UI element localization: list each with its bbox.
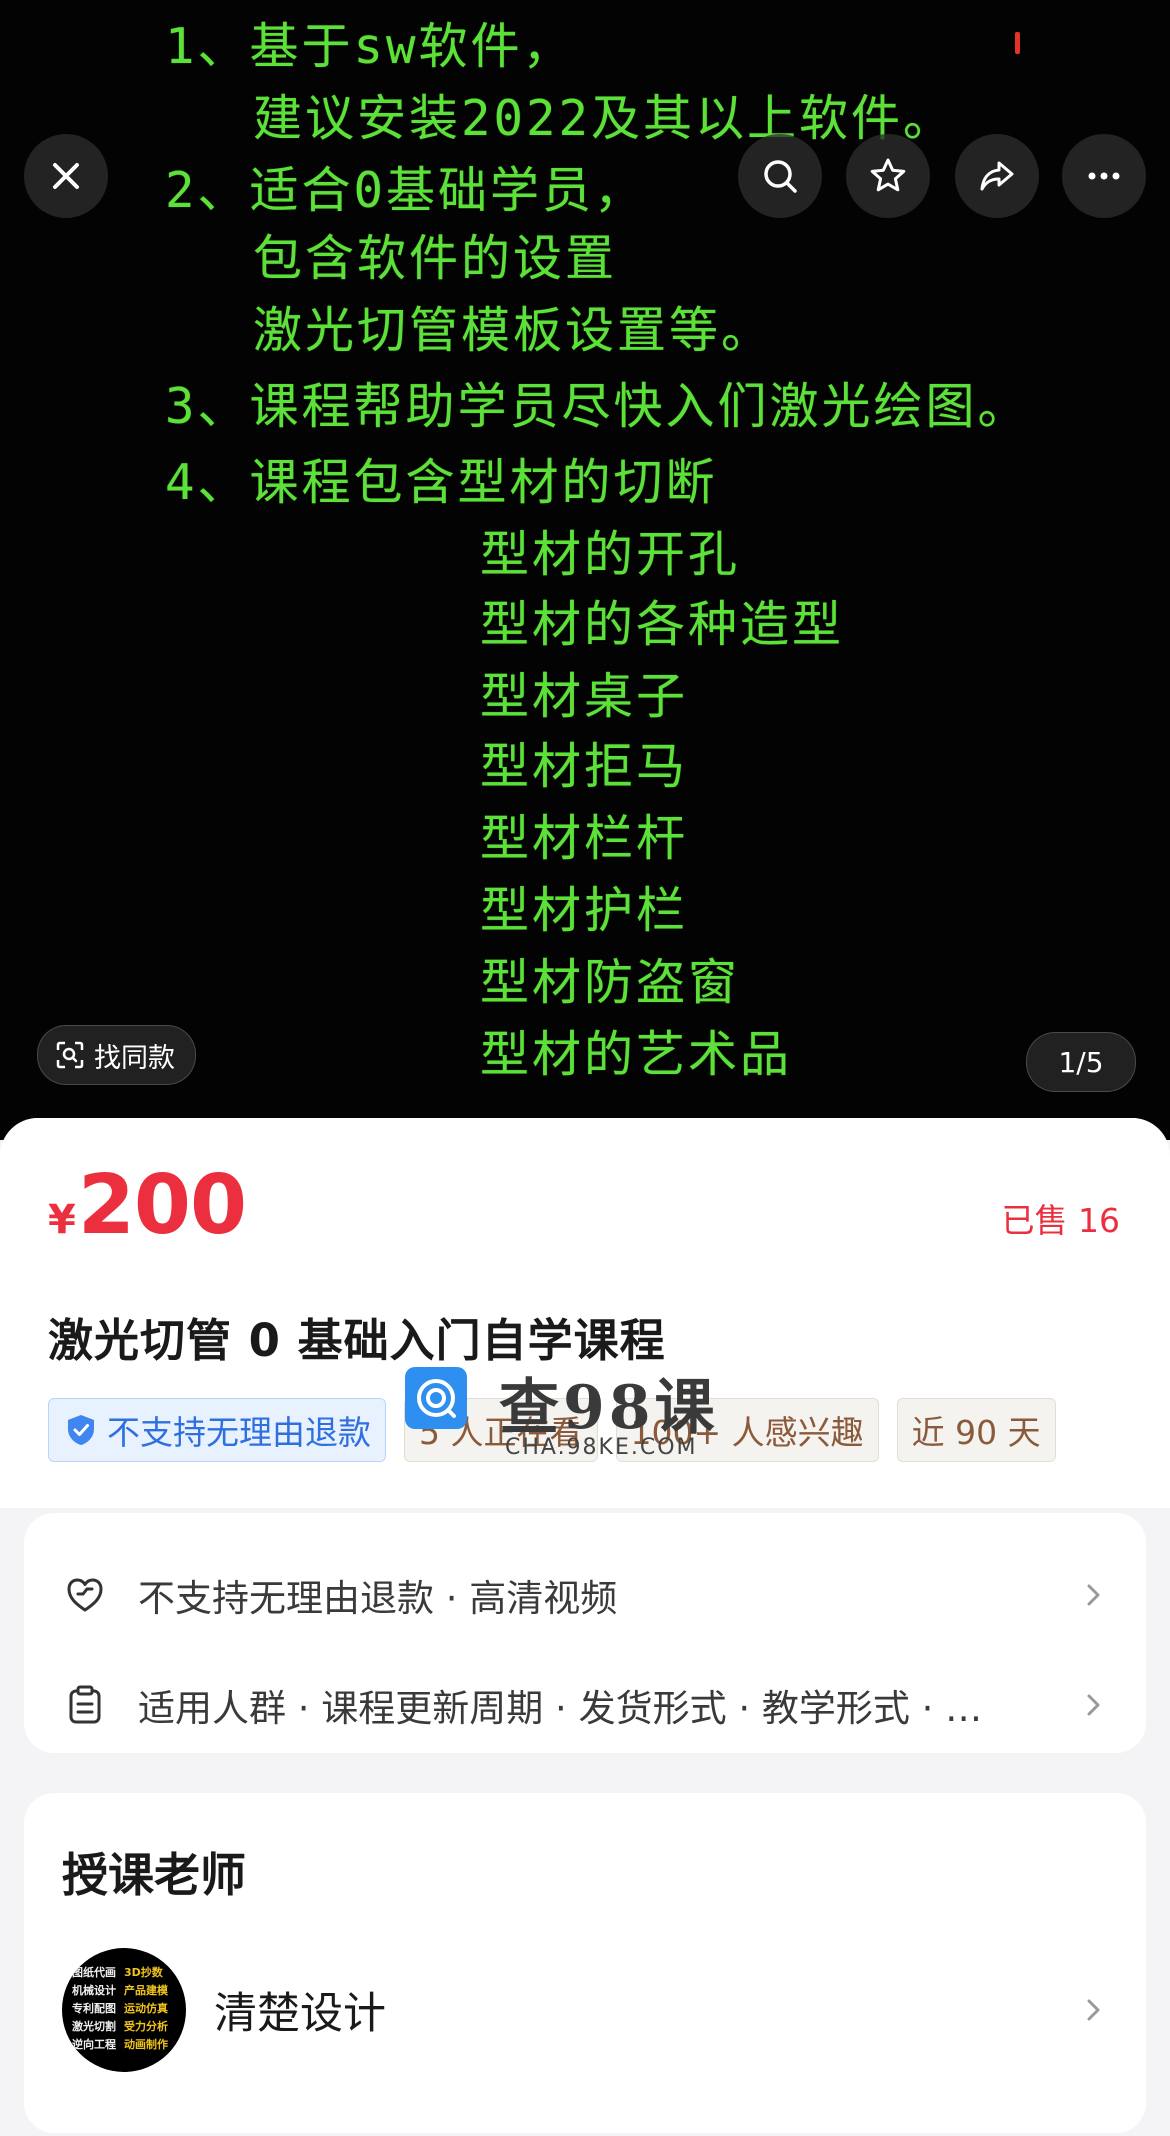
shield-check-icon bbox=[68, 1415, 94, 1445]
outline-line: 4、课程包含型材的切断 bbox=[165, 454, 718, 511]
clipboard-icon bbox=[69, 1685, 101, 1724]
chevron-right-icon bbox=[1087, 1999, 1100, 2021]
price: ¥ 200 bbox=[48, 1158, 247, 1253]
heart-shield-icon bbox=[67, 1578, 103, 1612]
avatar-text: 产品建模 bbox=[124, 1984, 168, 1997]
watermark-text: 查98课 bbox=[499, 1373, 719, 1443]
section-title: 授课老师 bbox=[62, 1848, 246, 1902]
outline-line: 建议安装2022及其以上软件。 bbox=[253, 90, 956, 147]
avatar-text: 专利配图 bbox=[72, 2002, 116, 2015]
find-similar-button[interactable]: 找同款 bbox=[37, 1025, 196, 1085]
avatar-text: 机械设计 bbox=[72, 1984, 116, 1997]
outline-line: 型材的艺术品 bbox=[480, 1026, 793, 1083]
service-row-refund[interactable]: 不支持无理由退款 · 高清视频 bbox=[62, 1565, 1108, 1625]
watermark-url: CHA.98KE.COM bbox=[505, 1435, 698, 1460]
teacher-name: 清楚设计 bbox=[214, 1989, 386, 2039]
scan-icon bbox=[56, 1041, 84, 1069]
service-row-label: 适用人群 · 课程更新周期 · 发货形式 · 教学形式 · … bbox=[138, 1687, 983, 1730]
avatar-text: 激光切割 bbox=[72, 2020, 116, 2033]
status-indicator bbox=[1015, 32, 1020, 54]
outline-line: 3、课程帮助学员尽快入们激光绘图。 bbox=[165, 378, 1030, 435]
close-button[interactable] bbox=[24, 134, 108, 218]
search-button[interactable] bbox=[738, 134, 822, 218]
outline-line: 型材的开孔 bbox=[480, 526, 741, 583]
outline-line: 型材桌子 bbox=[480, 668, 689, 725]
avatar-text: 3D抄数 bbox=[124, 1966, 163, 1979]
outline-line: 型材护栏 bbox=[480, 882, 689, 939]
more-icon bbox=[1088, 172, 1120, 180]
product-detail-sheet: ¥ 200 已售 16 激光切管 0 基础入门自学课程 不支持无理由退款 5 人… bbox=[0, 1118, 1170, 2136]
currency-symbol: ¥ bbox=[48, 1197, 76, 1243]
outline-line: 2、适合0基础学员， bbox=[165, 162, 647, 219]
avatar-text: 逆向工程 bbox=[72, 2038, 116, 2051]
teacher-row[interactable]: 图纸代画 3D抄数 机械设计 产品建模 专利配图 运动仿真 激光切割 受力分析 逆向工程… bbox=[62, 1945, 1108, 2075]
watermark-logo-icon bbox=[405, 1367, 467, 1429]
find-similar-label: 找同款 bbox=[94, 1042, 175, 1074]
share-button[interactable] bbox=[955, 134, 1039, 218]
service-row-label: 不支持无理由退款 · 高清视频 bbox=[138, 1577, 618, 1620]
teacher-card: 授课老师 图纸代画 3D抄数 机械设计 产品建模 专利配图 运动仿真 激光切割 受力分析… bbox=[24, 1793, 1146, 2133]
search-icon bbox=[764, 160, 797, 193]
avatar: 图纸代画 3D抄数 机械设计 产品建模 专利配图 运动仿真 激光切割 受力分析 逆向工程… bbox=[62, 1948, 186, 2072]
outline-line: 型材防盗窗 bbox=[480, 954, 741, 1011]
avatar-text: 运动仿真 bbox=[124, 2002, 168, 2015]
sold-count: 已售 16 bbox=[1001, 1201, 1120, 1240]
service-row-params[interactable]: 适用人群 · 课程更新周期 · 发货形式 · 教学形式 · … bbox=[62, 1675, 1108, 1735]
outline-line: 包含软件的设置 bbox=[253, 230, 618, 287]
outline-line: 型材栏杆 bbox=[480, 810, 689, 867]
tag-label: 不支持无理由退款 bbox=[107, 1413, 371, 1452]
chevron-right-icon bbox=[1087, 1694, 1100, 1716]
tag-90-days: 近 90 天 bbox=[896, 1398, 1056, 1462]
product-image-carousel[interactable]: 1、基于sw软件， 建议安装2022及其以上软件。 2、适合0基础学员， 包含软… bbox=[0, 0, 1170, 1140]
close-icon bbox=[53, 163, 79, 189]
outline-line: 型材的各种造型 bbox=[480, 596, 845, 653]
watermark: 查98课 CHA.98KE.COM bbox=[405, 1363, 735, 1473]
tag-no-refund[interactable]: 不支持无理由退款 bbox=[48, 1398, 386, 1462]
avatar-text: 图纸代画 bbox=[72, 1966, 116, 1979]
star-icon bbox=[870, 158, 906, 192]
service-card: 不支持无理由退款 · 高清视频 适用人群 · 课程更新周期 · 发货形式 · 教… bbox=[24, 1513, 1146, 1753]
favorite-button[interactable] bbox=[846, 134, 930, 218]
chevron-right-icon bbox=[1087, 1584, 1100, 1606]
tag-label: 近 90 天 bbox=[911, 1413, 1041, 1452]
avatar-text: 动画制作 bbox=[124, 2038, 168, 2051]
price-value: 200 bbox=[77, 1158, 247, 1253]
more-button[interactable] bbox=[1062, 134, 1146, 218]
outline-line: 型材拒马 bbox=[480, 738, 689, 795]
share-icon bbox=[980, 161, 1014, 191]
price-section: ¥ 200 已售 16 激光切管 0 基础入门自学课程 不支持无理由退款 5 人… bbox=[0, 1118, 1170, 1508]
outline-line: 1、基于sw软件， bbox=[165, 18, 575, 75]
outline-line: 激光切管模板设置等。 bbox=[253, 302, 774, 359]
image-pager: 1/5 bbox=[1026, 1032, 1136, 1092]
avatar-text: 受力分析 bbox=[124, 2020, 168, 2033]
